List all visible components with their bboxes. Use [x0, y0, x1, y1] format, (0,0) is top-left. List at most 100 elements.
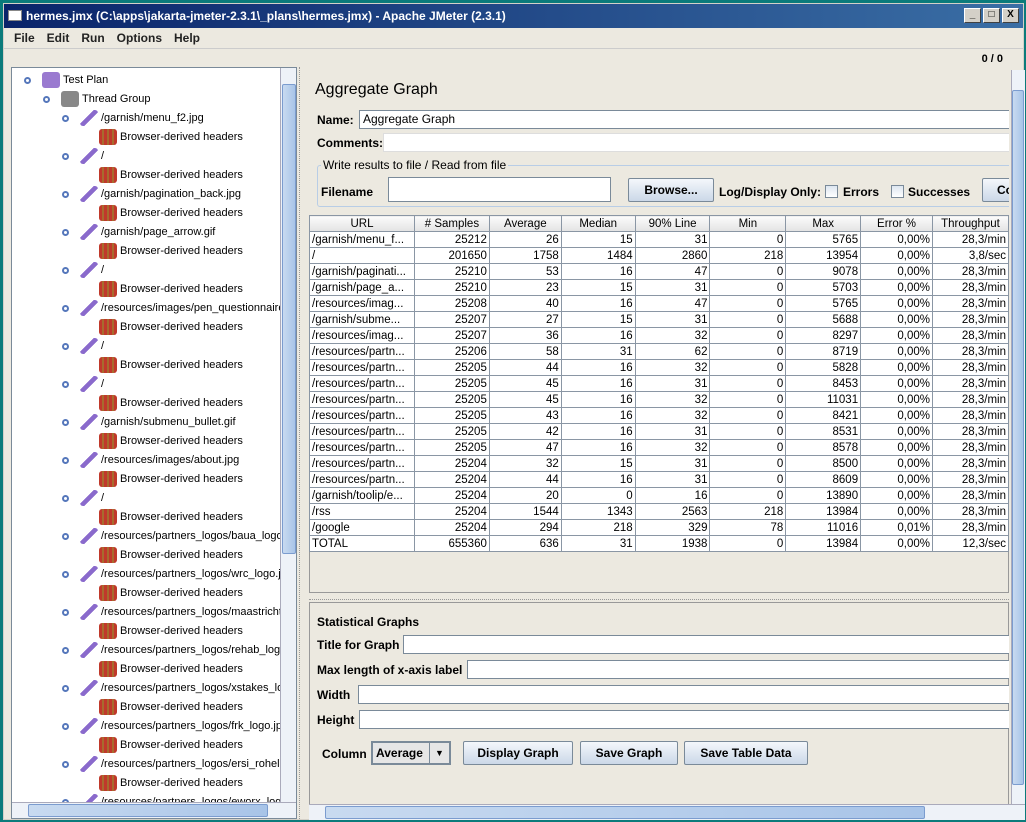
tree-horizontal-scrollbar[interactable]	[12, 802, 296, 818]
configure-button[interactable]: Co	[982, 178, 1009, 202]
table-row[interactable]: /resources/partn... 25205 44 16 32 0 5828 0,00%…	[309, 359, 1009, 376]
tree-node[interactable]: /garnish/pagination_back.jpg	[80, 185, 241, 204]
table-row[interactable]: /garnish/toolip/e... 25204 20 0 16 0 13890 0,00…	[309, 487, 1009, 504]
tree-node[interactable]: /	[80, 147, 104, 166]
tree-node[interactable]: /resources/partners_logos/maastricht_	[80, 603, 282, 622]
table-row[interactable]: /garnish/subme... 25207 27 15 31 0 5688 0,00% 28…	[309, 311, 1009, 328]
table-row[interactable]: /resources/partn... 25205 45 16 32 0 11031 0,00…	[309, 391, 1009, 408]
tree-node[interactable]: Browser-derived headers	[99, 774, 243, 793]
tree-expand-handle-icon[interactable]	[62, 115, 69, 122]
table-row[interactable]: /garnish/page_a... 25210 23 15 31 0 5703 0,00% 2…	[309, 279, 1009, 296]
tree-node[interactable]: /resources/partners_logos/eworx_log	[80, 793, 281, 802]
tree-scroll-thumb[interactable]	[282, 84, 296, 554]
tree-expand-handle-icon[interactable]	[62, 495, 69, 502]
display-graph-button[interactable]: Display Graph	[463, 741, 573, 765]
tree-node[interactable]: Browser-derived headers	[99, 242, 243, 261]
tree-expand-handle-icon[interactable]	[62, 761, 69, 768]
column-header[interactable]: Average	[488, 215, 562, 232]
tree-node[interactable]: Browser-derived headers	[99, 356, 243, 375]
tree-node[interactable]: /resources/partners_logos/baua_logo.	[80, 527, 282, 546]
minimize-button[interactable]: _	[964, 8, 981, 23]
table-row[interactable]: /garnish/paginati... 25210 53 16 47 0 9078 0,00…	[309, 263, 1009, 280]
tree-node[interactable]: /resources/partners_logos/ersi_rohelin	[80, 755, 282, 774]
tree-expand-handle-icon[interactable]	[43, 96, 50, 103]
tree-node[interactable]: Browser-derived headers	[99, 736, 243, 755]
tree-node[interactable]: Browser-derived headers	[99, 432, 243, 451]
tree-node[interactable]: Browser-derived headers	[99, 584, 243, 603]
table-row[interactable]: /rss 25204 1544 1343 2563 218 13984 0,00% 28,3/m…	[309, 503, 1009, 520]
table-row[interactable]: /garnish/menu_f... 25212 26 15 31 0 5765 0,00% 2…	[309, 231, 1009, 248]
column-select[interactable]: Average ▼	[371, 741, 451, 765]
menu-help[interactable]: Help	[170, 28, 204, 48]
maximize-button[interactable]: □	[983, 8, 1000, 23]
column-header[interactable]: # Samples	[413, 215, 490, 232]
tree-expand-handle-icon[interactable]	[62, 343, 69, 350]
table-row[interactable]: /resources/partn... 25205 47 16 32 0 8578 0,00%…	[309, 439, 1009, 456]
tree-expand-handle-icon[interactable]	[62, 191, 69, 198]
table-graph-splitter[interactable]	[309, 592, 1009, 600]
tree-node[interactable]: /resources/partners_logos/rehab_logo	[80, 641, 282, 660]
panel-horizontal-scrollbar[interactable]	[309, 804, 1025, 820]
height-input[interactable]	[359, 710, 1009, 729]
menu-run[interactable]: Run	[77, 28, 108, 48]
column-header[interactable]: Median	[560, 215, 636, 232]
tree-node[interactable]: /garnish/page_arrow.gif	[80, 223, 215, 242]
menu-file[interactable]: File	[10, 28, 39, 48]
menu-edit[interactable]: Edit	[43, 28, 74, 48]
table-row[interactable]: /resources/partn... 25205 42 16 31 0 8531 0,00%…	[309, 423, 1009, 440]
chevron-down-icon[interactable]: ▼	[429, 743, 449, 763]
save-table-data-button[interactable]: Save Table Data	[684, 741, 808, 765]
table-row[interactable]: /resources/partn... 25205 43 16 32 0 8421 0,00%…	[309, 407, 1009, 424]
tree-expand-handle-icon[interactable]	[62, 609, 69, 616]
filename-input[interactable]	[388, 177, 611, 202]
column-header[interactable]: Error %	[860, 215, 933, 232]
tree-node[interactable]: Browser-derived headers	[99, 394, 243, 413]
max-xaxis-input[interactable]	[467, 660, 1009, 679]
table-row[interactable]: /resources/imag... 25207 36 16 32 0 8297 0,00% 2…	[309, 327, 1009, 344]
tree-node[interactable]: Browser-derived headers	[99, 508, 243, 527]
table-row[interactable]: TOTAL 655360 636 31 1938 0 13984 0,00% 12,3/sec	[309, 535, 1009, 552]
table-row[interactable]: /resources/imag... 25208 40 16 47 0 5765 0,00% 2…	[309, 295, 1009, 312]
tree-node[interactable]: /	[80, 489, 104, 508]
table-row[interactable]: /resources/partn... 25204 44 16 31 0 8609 0,00%…	[309, 471, 1009, 488]
tree-expand-handle-icon[interactable]	[62, 723, 69, 730]
tree-node[interactable]: Browser-derived headers	[99, 470, 243, 489]
tree-expand-handle-icon[interactable]	[62, 153, 69, 160]
tree-hscroll-thumb[interactable]	[28, 804, 268, 817]
errors-checkbox[interactable]	[825, 185, 838, 198]
tree-expand-handle-icon[interactable]	[62, 685, 69, 692]
tree-expand-handle-icon[interactable]	[62, 419, 69, 426]
tree-node[interactable]: Browser-derived headers	[99, 166, 243, 185]
tree-node[interactable]: /	[80, 337, 104, 356]
name-field[interactable]: Aggregate Graph	[359, 110, 1009, 129]
tree-node[interactable]: Browser-derived headers	[99, 660, 243, 679]
test-plan-tree[interactable]: Test Plan Thread Group/garnish/menu_f2.jp…	[12, 68, 282, 802]
close-button[interactable]: X	[1002, 8, 1019, 23]
tree-expand-handle-icon[interactable]	[62, 571, 69, 578]
tree-node[interactable]: Browser-derived headers	[99, 204, 243, 223]
tree-node[interactable]: Browser-derived headers	[99, 318, 243, 337]
graph-title-input[interactable]	[403, 635, 1009, 654]
column-header[interactable]: Min	[709, 215, 787, 232]
table-row[interactable]: /201650 1758 1484 2860 218 13954 0,00% 3,8/sec	[309, 247, 1009, 264]
tree-node[interactable]: /resources/images/about.jpg	[80, 451, 239, 470]
tree-node[interactable]: /resources/images/pen_questionnaire.	[80, 299, 282, 318]
table-row[interactable]: /google 25204 294 218 329 78 11016 0,01% 28,3/mi…	[309, 519, 1009, 536]
tree-expand-handle-icon[interactable]	[62, 381, 69, 388]
comments-field[interactable]	[383, 133, 1009, 152]
tree-node[interactable]: Browser-derived headers	[99, 622, 243, 641]
tree-node[interactable]: Browser-derived headers	[99, 546, 243, 565]
panel-scroll-thumb[interactable]	[1012, 90, 1024, 785]
successes-checkbox[interactable]	[891, 185, 904, 198]
tree-expand-handle-icon[interactable]	[62, 305, 69, 312]
column-header[interactable]: Max	[785, 215, 862, 232]
tree-node[interactable]: /resources/partners_logos/wrc_logo.jp	[80, 565, 282, 584]
column-header[interactable]: URL	[309, 215, 415, 232]
tree-node[interactable]: Browser-derived headers	[99, 280, 243, 299]
tree-expand-handle-icon[interactable]	[62, 647, 69, 654]
table-row[interactable]: /resources/partn... 25206 58 31 62 0 8719 0,00%…	[309, 343, 1009, 360]
tree-node[interactable]: Test Plan	[42, 71, 108, 90]
tree-node[interactable]: /	[80, 261, 104, 280]
tree-node[interactable]: /garnish/submenu_bullet.gif	[80, 413, 236, 432]
panel-hscroll-thumb[interactable]	[325, 806, 925, 819]
